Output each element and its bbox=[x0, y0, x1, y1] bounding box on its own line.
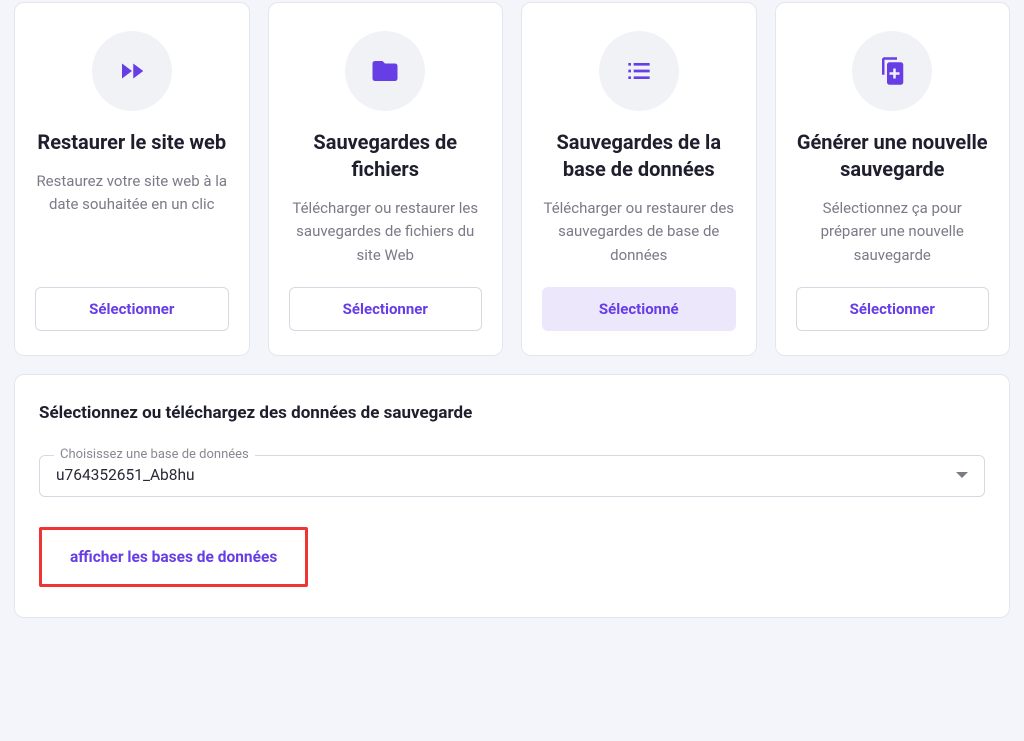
chevron-down-icon bbox=[956, 472, 968, 478]
select-button[interactable]: Sélectionner bbox=[796, 287, 990, 331]
list-icon bbox=[599, 31, 679, 111]
card-description: Sélectionnez ça pour préparer une nouvel… bbox=[796, 197, 990, 267]
card-database-backups: Sauvegardes de la base de données Téléch… bbox=[521, 2, 757, 356]
panel-title: Sélectionnez ou téléchargez des données … bbox=[39, 403, 985, 423]
card-title: Sauvegardes de fichiers bbox=[289, 129, 483, 183]
select-button[interactable]: Sélectionné bbox=[542, 287, 736, 331]
highlight-box: afficher les bases de données bbox=[39, 527, 308, 587]
select-label: Choisissez une base de données bbox=[54, 447, 255, 462]
add-copy-icon bbox=[852, 31, 932, 111]
select-value: u764352651_Ab8hu bbox=[56, 466, 195, 484]
card-restore-website: Restaurer le site web Restaurez votre si… bbox=[14, 2, 250, 356]
select-button[interactable]: Sélectionner bbox=[35, 287, 229, 331]
backup-data-panel: Sélectionnez ou téléchargez des données … bbox=[14, 374, 1010, 618]
database-select[interactable]: Choisissez une base de données u76435265… bbox=[39, 455, 985, 497]
card-generate-backup: Générer une nouvelle sauvegarde Sélectio… bbox=[775, 2, 1011, 356]
show-databases-button[interactable]: afficher les bases de données bbox=[46, 534, 301, 580]
rewind-icon bbox=[92, 31, 172, 111]
card-title: Restaurer le site web bbox=[37, 129, 226, 156]
card-file-backups: Sauvegardes de fichiers Télécharger ou r… bbox=[268, 2, 504, 356]
card-description: Télécharger ou restaurer les sauvegardes… bbox=[289, 197, 483, 267]
folder-icon bbox=[345, 31, 425, 111]
card-title: Sauvegardes de la base de données bbox=[542, 129, 736, 183]
card-description: Télécharger ou restaurer des sauvegardes… bbox=[542, 197, 736, 267]
select-button[interactable]: Sélectionner bbox=[289, 287, 483, 331]
card-title: Générer une nouvelle sauvegarde bbox=[796, 129, 990, 183]
card-description: Restaurez votre site web à la date souha… bbox=[35, 170, 229, 217]
